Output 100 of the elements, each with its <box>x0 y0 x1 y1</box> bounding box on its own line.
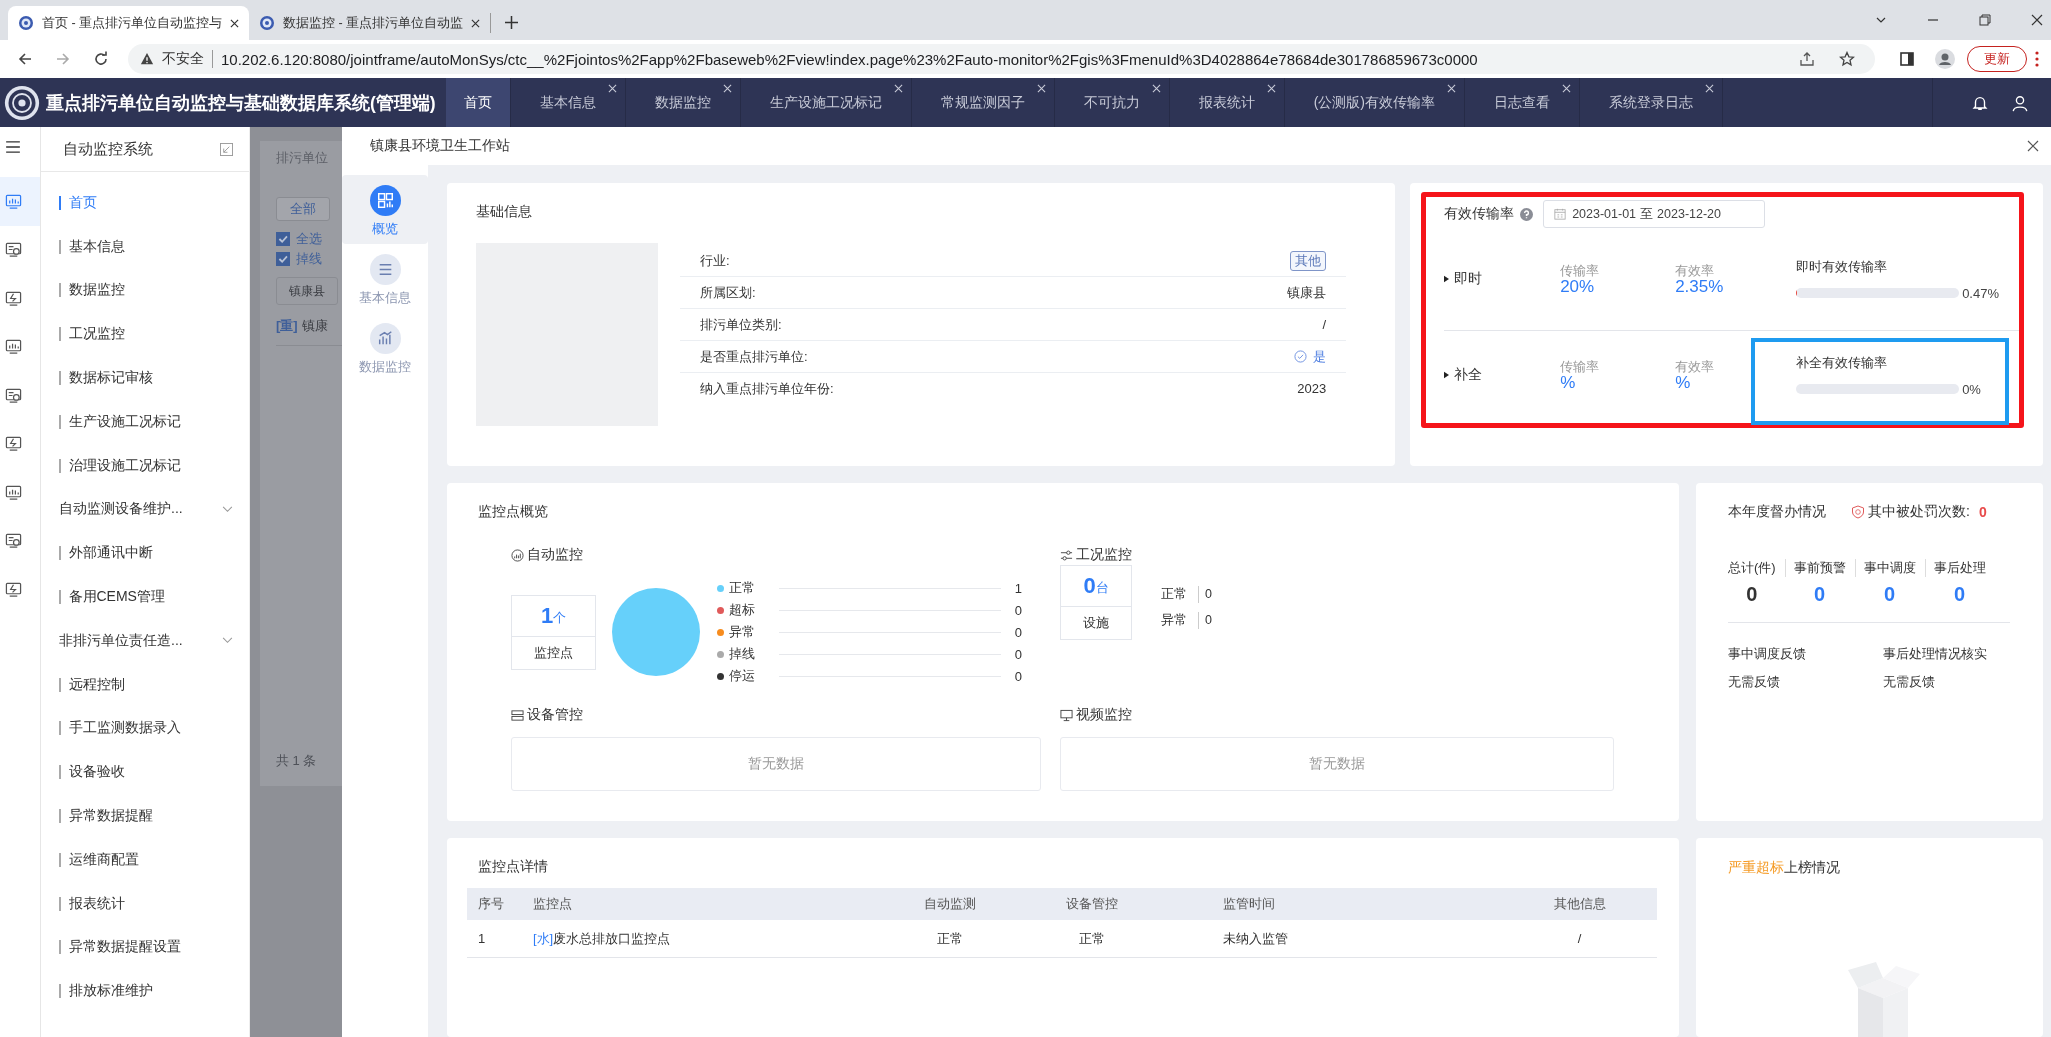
region-field[interactable]: 镇康县 <box>276 277 338 305</box>
feedback-value: 无需反馈 <box>1883 673 1936 691</box>
caret-right-icon[interactable] <box>1444 371 1450 379</box>
close-icon[interactable] <box>471 18 481 28</box>
card-title: 监控点概览 <box>478 503 549 521</box>
menu-item[interactable]: 排放标准维护 <box>41 969 249 1014</box>
back-icon[interactable] <box>17 51 33 67</box>
menu-item[interactable]: 备用CEMS管理 <box>41 575 249 619</box>
menu-item[interactable]: 工况监控 <box>41 312 249 357</box>
empty-text: 暂无数据 <box>1309 755 1365 773</box>
menu-item[interactable]: 基本信息 <box>41 224 249 269</box>
count-value: 0 <box>1083 573 1096 599</box>
collapse-icon[interactable] <box>220 142 233 156</box>
share-icon[interactable] <box>1799 51 1815 67</box>
date-range-field[interactable]: 2023-01-01 至 2023-12-20 <box>1543 200 1766 228</box>
screen-icon <box>1060 708 1073 722</box>
tab-label: 首页 <box>463 93 492 112</box>
chart-icon <box>369 323 401 354</box>
grid-icon <box>369 185 401 216</box>
metric-label: 补全有效传输率 <box>1796 353 1889 372</box>
legend-label: 正常 <box>729 579 756 597</box>
checkbox[interactable] <box>276 232 290 246</box>
menu-item[interactable]: 设备验收 <box>41 750 249 795</box>
tab-label: 数据监控 <box>654 93 711 112</box>
menu-item[interactable]: 首页 <box>41 181 249 225</box>
address-field[interactable]: 不安全 10.202.6.120:8080/jointframe/autoMonSys/ctc__%2Fjointos%2Fapp%2Fbaseweb%2Fview!index.page%23%2Fauto-monitor%2Fgis%3FmenuId%3D4028864e78684de301786859673c0000 <box>128 44 1875 74</box>
close-icon[interactable] <box>2031 14 2043 26</box>
bolt-icon <box>5 289 22 307</box>
menu-item[interactable]: 非排污单位责任造... <box>41 618 249 663</box>
browser-tab[interactable]: 首页 - 重点排污单位自动监控与 <box>8 6 250 40</box>
stat-label: 正常 <box>1161 585 1199 603</box>
field-label: 行业: <box>700 251 730 270</box>
app-tab[interactable]: 首页 <box>445 78 511 127</box>
legend-label: 异常 <box>729 623 756 641</box>
help-icon[interactable] <box>1520 207 1534 221</box>
star-icon[interactable] <box>1839 51 1855 67</box>
metric-label: 传输率 <box>1560 262 1601 278</box>
check-circle-icon <box>1294 350 1308 363</box>
menu-item[interactable]: 治理设施工况标记 <box>41 443 249 488</box>
progress-reading: 0% <box>1962 381 1981 397</box>
column-header: 其他信息 <box>1552 895 1607 913</box>
profile-icon[interactable] <box>1935 49 1955 69</box>
table-cell-text: 未纳入监管 <box>1222 929 1289 948</box>
sidebar-icon[interactable] <box>1899 51 1915 67</box>
restore-icon[interactable] <box>1979 14 1991 26</box>
new-tab-icon[interactable] <box>505 16 519 29</box>
menu-item[interactable]: 自动监测设备维护... <box>41 487 249 532</box>
legend-label: 超标 <box>729 601 756 619</box>
close-icon[interactable] <box>2027 140 2039 152</box>
stat-value: 0 <box>1954 583 1966 606</box>
nav-item[interactable]: 概览 <box>342 175 428 244</box>
app-title: 重点排污单位自动监控与基础数据库系统(管理端) <box>46 91 437 115</box>
update-button[interactable]: 更新 <box>1967 46 2027 72</box>
checkbox-label: 掉线 <box>296 250 322 268</box>
menu-item[interactable]: 数据监控 <box>41 268 249 313</box>
checkbox[interactable] <box>276 252 290 266</box>
metric-value: % <box>1675 373 1691 392</box>
menu-icon[interactable] <box>2035 51 2039 67</box>
column-header: 序号 <box>477 895 505 913</box>
emblem-icon <box>18 15 34 31</box>
user-icon[interactable] <box>2011 93 2029 112</box>
reload-icon[interactable] <box>93 51 109 67</box>
stat-value: 0 <box>1204 587 1212 601</box>
card-title: 本年度督办情况 <box>1728 503 1826 521</box>
metric-value: 20% <box>1560 277 1595 296</box>
metric-label: 有效率 <box>1675 262 1716 278</box>
progress-reading: 0.47% <box>1962 285 1999 301</box>
table-cell-text: [水]废水总排放口监控点 <box>532 929 672 948</box>
tab-label: 系统登录日志 <box>1609 93 1693 112</box>
menu-item[interactable]: 报表统计 <box>41 881 249 926</box>
rail-button[interactable] <box>0 177 40 226</box>
panel-title: 排污单位 <box>276 149 328 167</box>
menu-icon[interactable] <box>6 141 20 153</box>
row-tag: [重] <box>276 317 298 335</box>
menu-item[interactable]: 异常数据提醒设置 <box>41 925 249 970</box>
field-label: 是否重点排污单位: <box>700 347 808 366</box>
legend-value: 0 <box>1013 624 1022 640</box>
menu-item[interactable]: 异常数据提醒 <box>41 794 249 838</box>
url-text: 10.202.6.120:8080/jointframe/autoMonSys/ctc__%2Fjointos%2Fapp%2Fbaseweb%2Fview!index.page%23%2Fauto-monitor%2Fgis%3FmenuId%3D4028864e78684de301786859673c0000 <box>221 50 1478 68</box>
menu-item[interactable]: 手工监测数据录入 <box>41 706 249 751</box>
stat-label: 事前预警 <box>1784 559 1846 577</box>
browser-tab[interactable]: 数据监控 - 重点排污单位自动监 <box>249 13 492 33</box>
legend-value: 1 <box>1013 580 1022 596</box>
caret-right-icon[interactable] <box>1444 275 1450 283</box>
count-label: 监控点 <box>534 643 573 662</box>
server-icon <box>511 708 524 722</box>
menu-item[interactable]: 运维商配置 <box>41 837 249 882</box>
field-label: 所属区划: <box>700 283 756 302</box>
menu-item[interactable]: 外部通讯中断 <box>41 531 249 576</box>
close-icon[interactable] <box>230 18 240 28</box>
row-text: 镇康 <box>301 317 328 335</box>
menu-item[interactable]: 数据标记审核 <box>41 356 249 400</box>
row-label: 补全 <box>1454 366 1483 384</box>
checkbox-label: 全选 <box>296 230 322 248</box>
metric-label: 即时有效传输率 <box>1796 257 1889 276</box>
count-value: 1 <box>540 602 554 629</box>
calendar-icon <box>1554 208 1567 220</box>
menu-item[interactable]: 生产设施工况标记 <box>41 400 249 444</box>
menu-item[interactable]: 远程控制 <box>41 662 249 707</box>
table-cell-text: / <box>1576 931 1583 946</box>
